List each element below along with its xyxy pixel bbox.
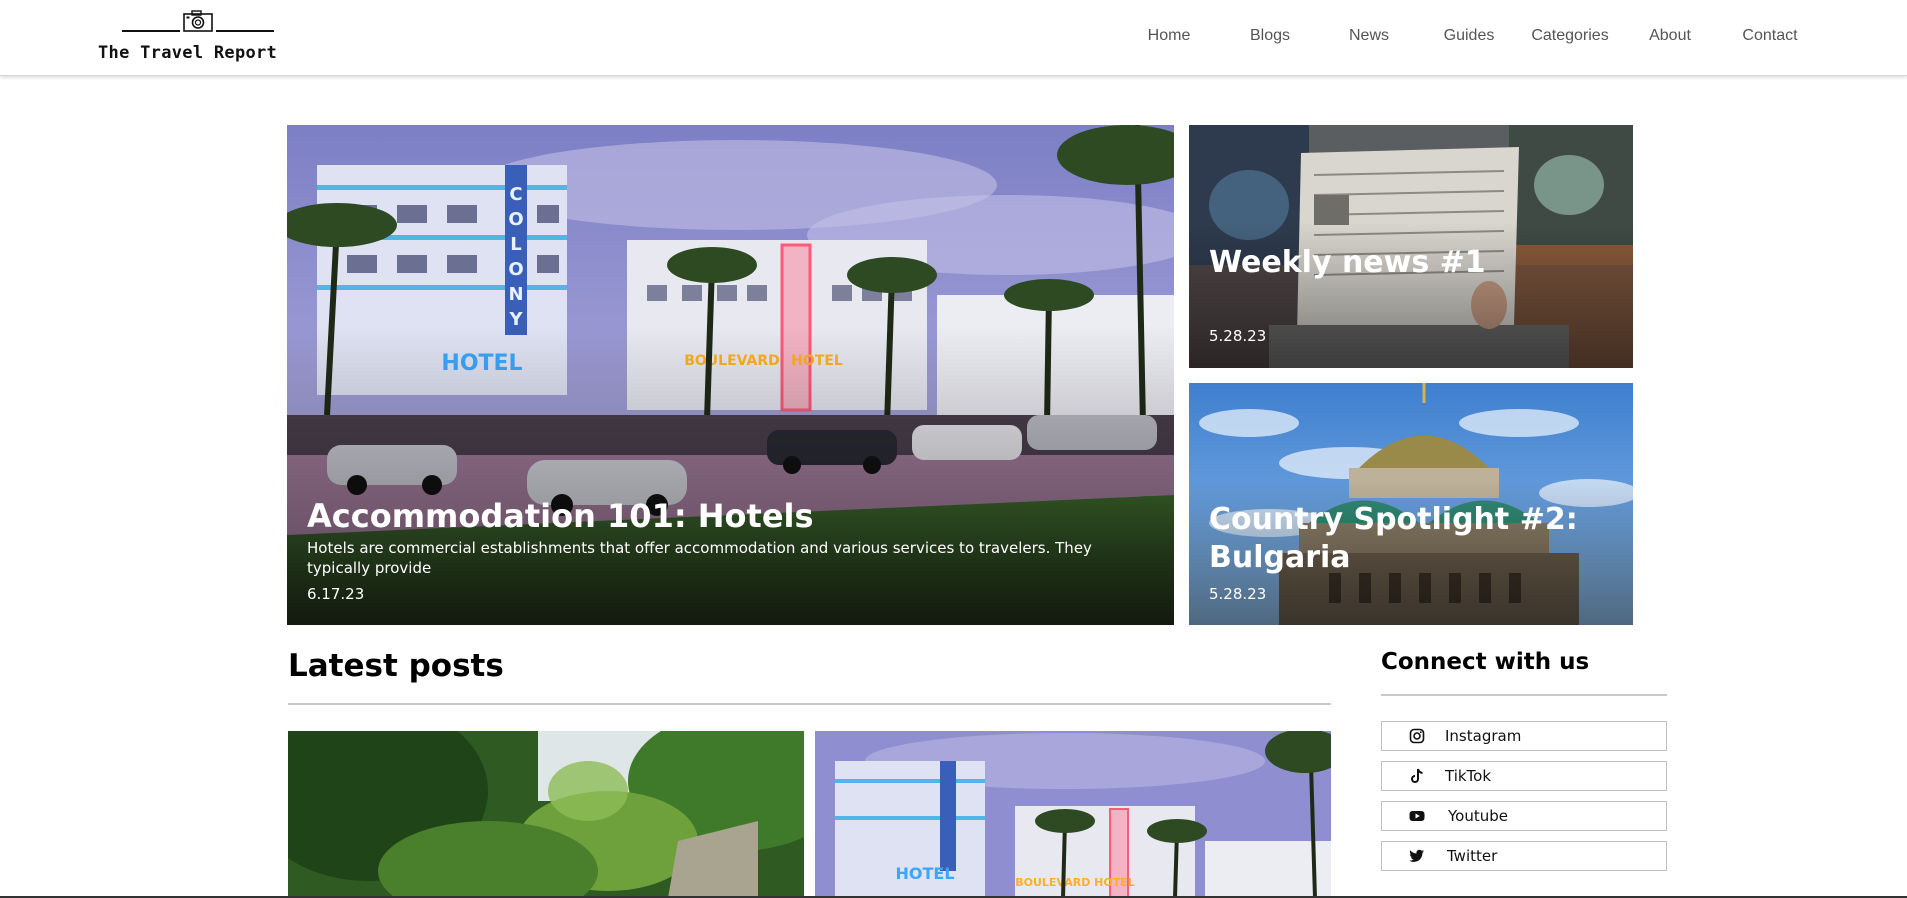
twitter-icon bbox=[1409, 849, 1424, 862]
site-title: The Travel Report bbox=[98, 43, 278, 63]
logo-line-right bbox=[216, 30, 274, 32]
youtube-icon bbox=[1409, 811, 1425, 821]
featured-main-card[interactable]: C O L O N Y HOTEL BOULEVARD HOTEL bbox=[287, 125, 1174, 625]
featured-side-2-title[interactable]: Country Spotlight #2: Bulgaria bbox=[1209, 501, 1619, 577]
svg-text:C: C bbox=[509, 184, 522, 205]
latest-posts-divider bbox=[288, 703, 1331, 705]
instagram-link[interactable]: Instagram bbox=[1381, 721, 1667, 751]
nav-categories[interactable]: Categories bbox=[1531, 27, 1608, 45]
featured-side-1-date: 5.28.23 bbox=[1209, 327, 1267, 345]
featured-main-description: Hotels are commercial establishments tha… bbox=[307, 539, 1092, 577]
featured-main-date: 6.17.23 bbox=[307, 585, 365, 603]
logo-line-left bbox=[122, 30, 180, 32]
tiktok-icon bbox=[1411, 768, 1423, 783]
site-logo[interactable]: The Travel Report bbox=[96, 6, 302, 68]
post-card-1[interactable] bbox=[288, 731, 804, 898]
nav-contact[interactable]: Contact bbox=[1742, 27, 1797, 45]
svg-text:O: O bbox=[508, 209, 523, 230]
instagram-label: Instagram bbox=[1445, 727, 1522, 745]
svg-text:BOULEVARD HOTEL: BOULEVARD HOTEL bbox=[1015, 876, 1135, 889]
featured-side-2-date: 5.28.23 bbox=[1209, 585, 1267, 603]
youtube-label: Youtube bbox=[1448, 807, 1508, 825]
nav-guides[interactable]: Guides bbox=[1444, 27, 1495, 45]
tiktok-link[interactable]: TikTok bbox=[1381, 761, 1667, 791]
svg-text:HOTEL: HOTEL bbox=[895, 864, 954, 883]
featured-side-1-title[interactable]: Weekly news #1 bbox=[1209, 245, 1486, 280]
nav-home[interactable]: Home bbox=[1148, 27, 1191, 45]
image-overlay bbox=[287, 325, 1174, 625]
latest-posts-heading: Latest posts bbox=[288, 648, 504, 684]
post-card-2[interactable]: HOTEL BOULEVARD HOTEL bbox=[815, 731, 1331, 898]
tiktok-label: TikTok bbox=[1445, 767, 1492, 785]
svg-text:O: O bbox=[508, 259, 523, 280]
twitter-label: Twitter bbox=[1447, 847, 1498, 865]
youtube-link[interactable]: Youtube bbox=[1381, 801, 1667, 831]
instagram-icon bbox=[1409, 728, 1425, 744]
featured-main-title[interactable]: Accommodation 101: Hotels bbox=[307, 497, 814, 535]
jungle-image bbox=[288, 731, 804, 898]
nav-blogs[interactable]: Blogs bbox=[1250, 27, 1290, 45]
nav-about[interactable]: About bbox=[1649, 27, 1691, 45]
connect-heading: Connect with us bbox=[1381, 649, 1590, 675]
twitter-link[interactable]: Twitter bbox=[1381, 841, 1667, 871]
camera-icon bbox=[183, 10, 213, 32]
svg-text:N: N bbox=[508, 284, 523, 305]
featured-side-card-1[interactable]: Weekly news #1 5.28.23 bbox=[1189, 125, 1633, 368]
site-header: The Travel Report Home Blogs News Guides… bbox=[0, 0, 1907, 76]
featured-side-card-2[interactable]: Country Spotlight #2: Bulgaria 5.28.23 bbox=[1189, 383, 1633, 625]
nav-news[interactable]: News bbox=[1349, 27, 1389, 45]
svg-text:L: L bbox=[510, 234, 521, 255]
hotel-street-image: HOTEL BOULEVARD HOTEL bbox=[815, 731, 1331, 898]
connect-divider bbox=[1381, 694, 1667, 696]
